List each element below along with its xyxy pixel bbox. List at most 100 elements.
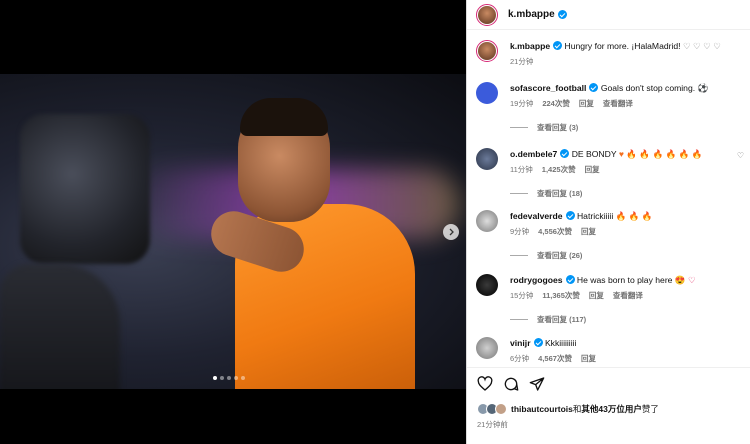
author-avatar[interactable] xyxy=(476,40,498,62)
author-username[interactable]: k.mbappe xyxy=(508,9,555,20)
carousel-dot xyxy=(227,376,231,380)
carousel-dot xyxy=(220,376,224,380)
comment-message: Kkkiiiiiiiii xyxy=(544,338,577,348)
view-replies-button[interactable]: 查看回复 (3) xyxy=(510,122,746,133)
liker-avatars xyxy=(477,403,507,415)
comment-text: rodrygogoes He was born to play here 😍 ♡ xyxy=(510,274,746,287)
comment-text: vinijr Kkkiiiiiiiii xyxy=(510,337,746,350)
verified-icon xyxy=(533,338,543,347)
likes-others[interactable]: 其他43万位用户 xyxy=(581,403,641,415)
comment-username[interactable]: sofascore_football xyxy=(510,83,586,93)
likes-summary[interactable]: thibautcourtois 和其他43万位用户 赞了 xyxy=(477,403,659,415)
caption-meta: 21分钟 xyxy=(510,56,746,67)
verified-icon xyxy=(589,83,599,92)
share-icon[interactable] xyxy=(529,376,545,392)
comment-text: fedevalverde Hatrickiiiii 🔥 🔥 🔥 xyxy=(510,210,746,223)
caption-time: 21分钟 xyxy=(510,57,534,66)
liker-avatar xyxy=(495,403,507,415)
view-replies-button[interactable]: 查看回复 (18) xyxy=(510,188,746,199)
comment-meta: 9分钟 4,556次赞 回复 xyxy=(510,226,746,237)
carousel-dot xyxy=(241,376,245,380)
commenter-avatar[interactable] xyxy=(476,148,498,170)
camera-operator xyxy=(0,264,120,389)
comments-list[interactable]: k.mbappe Hungry for more. ¡HalaMadrid! ♡… xyxy=(467,31,750,367)
comment-icon[interactable] xyxy=(503,376,519,392)
comment-message: Hatrickiiiii xyxy=(576,211,614,221)
reply-button[interactable]: 回复 xyxy=(581,353,596,364)
reply-button[interactable]: 回复 xyxy=(579,98,594,109)
commenter-avatar[interactable] xyxy=(476,337,498,359)
verified-icon xyxy=(560,149,570,158)
caption-hearts: ♡ ♡ ♡ ♡ xyxy=(682,41,721,51)
verified-icon xyxy=(557,10,567,19)
comment-emoji: ♥ 🔥 🔥 🔥 🔥 🔥 🔥 xyxy=(618,149,703,159)
comment-meta: 6分钟 4,567次赞 回复 xyxy=(510,353,746,364)
comment-text: o.dembele7 DE BONDY ♥ 🔥 🔥 🔥 🔥 🔥 🔥 xyxy=(510,148,746,161)
comment-meta: 19分钟 224次赞 回复 查看翻译 xyxy=(510,98,746,109)
carousel-dot xyxy=(234,376,238,380)
reply-button[interactable]: 回复 xyxy=(585,164,600,175)
like-comment-heart-icon[interactable]: ♡ xyxy=(737,151,744,160)
instagram-post-viewer: k.mbappe k.mbappe Hungry for more. ¡Hala… xyxy=(0,0,750,444)
comment-emoji: 😍 ♡ xyxy=(674,275,696,285)
action-icons xyxy=(477,376,545,392)
carousel-dot xyxy=(213,376,217,380)
comment-message: DE BONDY xyxy=(571,149,617,159)
comment-likes[interactable]: 4,556次赞 xyxy=(538,226,572,237)
translate-button[interactable]: 查看翻译 xyxy=(613,290,643,301)
comment-time: 11分钟 xyxy=(510,165,533,174)
post-side-panel: k.mbappe k.mbappe Hungry for more. ¡Hala… xyxy=(466,0,750,444)
likes-lead-user[interactable]: thibautcourtois xyxy=(511,404,573,414)
comment-item: o.dembele7 DE BONDY ♥ 🔥 🔥 🔥 🔥 🔥 🔥 11分钟 1… xyxy=(476,148,746,199)
comment-item: fedevalverde Hatrickiiiii 🔥 🔥 🔥 9分钟 4,55… xyxy=(476,210,746,261)
post-photo[interactable] xyxy=(0,74,466,389)
comment-item: rodrygogoes He was born to play here 😍 ♡… xyxy=(476,274,746,325)
tv-camera xyxy=(20,114,150,264)
comment-meta: 15分钟 11,365次赞 回复 查看翻译 xyxy=(510,290,746,301)
comment-time: 15分钟 xyxy=(510,291,534,300)
comment-emoji: 🔥 🔥 🔥 xyxy=(615,211,653,221)
likes-suffix: 赞了 xyxy=(641,404,659,414)
comment-time: 6分钟 xyxy=(510,354,530,363)
reply-button[interactable]: 回复 xyxy=(581,226,596,237)
verified-icon xyxy=(565,275,575,284)
author-avatar[interactable] xyxy=(476,3,498,26)
comment-likes[interactable]: 1,425次赞 xyxy=(542,164,576,175)
carousel-next-button[interactable] xyxy=(443,224,459,240)
comment-username[interactable]: fedevalverde xyxy=(510,211,563,221)
verified-icon xyxy=(553,41,563,50)
player-hair xyxy=(240,98,328,136)
view-replies-button[interactable]: 查看回复 (26) xyxy=(510,250,746,261)
post-timestamp: 21分钟前 xyxy=(477,420,508,429)
caption-text: k.mbappe Hungry for more. ¡HalaMadrid! ♡… xyxy=(510,40,746,53)
post-header: k.mbappe xyxy=(467,0,750,30)
comment-meta: 11分钟 1,425次赞 回复 xyxy=(510,164,746,175)
comment-message: Goals don't stop coming. ⚽ xyxy=(600,83,709,93)
comment-likes[interactable]: 224次赞 xyxy=(542,98,570,109)
post-actions: thibautcourtois 和其他43万位用户 赞了 21分钟前 xyxy=(467,367,750,444)
verified-icon xyxy=(565,211,575,220)
commenter-avatar[interactable] xyxy=(476,210,498,232)
view-replies-button[interactable]: 查看回复 (117) xyxy=(510,314,746,325)
comment-username[interactable]: rodrygogoes xyxy=(510,275,563,285)
caption-message: Hungry for more. ¡HalaMadrid! xyxy=(564,41,681,51)
carousel-indicator xyxy=(213,376,245,380)
media-pane xyxy=(0,0,466,444)
translate-button[interactable]: 查看翻译 xyxy=(603,98,633,109)
caption: k.mbappe Hungry for more. ¡HalaMadrid! ♡… xyxy=(476,40,746,67)
comment-time: 9分钟 xyxy=(510,227,530,236)
likes-joiner: 和 xyxy=(572,404,582,414)
commenter-avatar[interactable] xyxy=(476,82,498,104)
reply-button[interactable]: 回复 xyxy=(589,290,604,301)
comment-item: sofascore_football Goals don't stop comi… xyxy=(476,82,746,133)
chevron-right-icon xyxy=(449,228,454,236)
commenter-avatar[interactable] xyxy=(476,274,498,296)
caption-username[interactable]: k.mbappe xyxy=(510,41,550,51)
comment-username[interactable]: o.dembele7 xyxy=(510,149,557,159)
comment-time: 19分钟 xyxy=(510,99,534,108)
comment-likes[interactable]: 4,567次赞 xyxy=(538,353,572,364)
comment-text: sofascore_football Goals don't stop comi… xyxy=(510,82,746,95)
comment-likes[interactable]: 11,365次赞 xyxy=(542,290,580,301)
comment-username[interactable]: vinijr xyxy=(510,338,531,348)
heart-icon[interactable] xyxy=(477,376,493,392)
